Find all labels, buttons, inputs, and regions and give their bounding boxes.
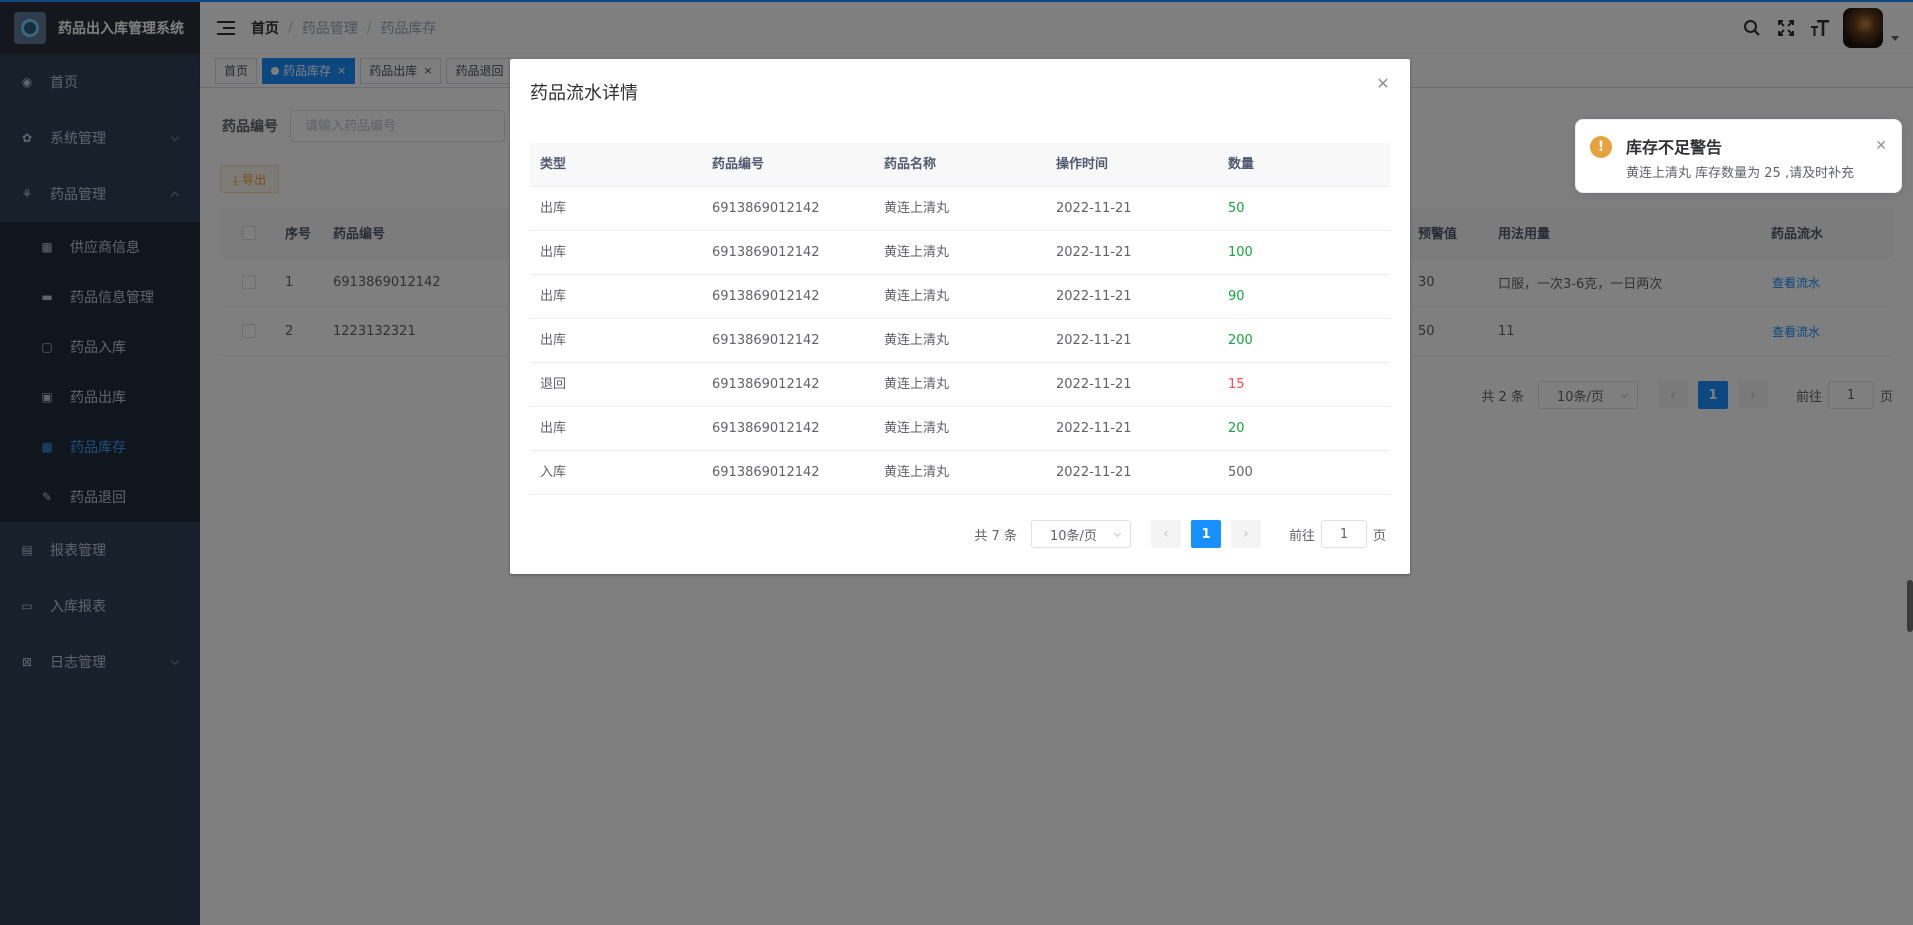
page-scrollbar[interactable] [1907,580,1913,632]
quantity-cell: 50 [1228,201,1245,216]
table-row: 出库 6913869012142 黄连上清丸 2022-11-21 50 [530,187,1390,231]
flow-detail-dialog: 药品流水详情 ✕ 类型 药品编号 药品名称 操作时间 数量 出库 6913869… [510,59,1410,574]
goto-page-input[interactable] [1320,520,1367,548]
dialog-title: 药品流水详情 [530,83,638,104]
prev-page-button[interactable]: ‹ [1150,520,1181,548]
table-row: 出库 6913869012142 黄连上清丸 2022-11-21 100 [530,231,1390,275]
page-number[interactable]: 1 [1190,520,1221,548]
quantity-cell: 100 [1228,245,1253,260]
table-row: 出库 6913869012142 黄连上清丸 2022-11-21 200 [530,319,1390,363]
warning-icon: ! [1590,136,1612,158]
quantity-cell: 90 [1228,289,1245,304]
table-row: 入库 6913869012142 黄连上清丸 2022-11-21 500 [530,451,1390,495]
page-size-select[interactable]: 10条/页 [1030,520,1131,548]
flow-pagination: 共 7 条 10条/页 ‹ 1 › 前往 页 [974,520,1386,548]
quantity-cell: 20 [1228,421,1245,436]
chevron-down-icon [1113,529,1122,538]
table-row: 出库 6913869012142 黄连上清丸 2022-11-21 20 [530,407,1390,451]
table-row: 出库 6913869012142 黄连上清丸 2022-11-21 90 [530,275,1390,319]
quantity-cell: 500 [1228,465,1253,480]
next-page-button[interactable]: › [1230,520,1261,548]
notification-title: 库存不足警告 [1626,138,1723,157]
goto-page: 前往 页 [1289,520,1386,548]
table-row: 退回 6913869012142 黄连上清丸 2022-11-21 15 [530,363,1390,407]
table-header: 类型 药品编号 药品名称 操作时间 数量 [530,143,1390,187]
total-count: 共 7 条 [974,528,1017,544]
close-icon[interactable]: ✕ [1376,76,1390,92]
flow-table: 类型 药品编号 药品名称 操作时间 数量 出库 6913869012142 黄连… [530,143,1390,495]
close-icon[interactable]: ✕ [1875,138,1887,154]
notification-message: 黄连上清丸 库存数量为 25 ,请及时补充 [1626,166,1855,181]
stock-warning-notification: ! 库存不足警告 黄连上清丸 库存数量为 25 ,请及时补充 ✕ [1575,119,1902,193]
quantity-cell: 15 [1228,377,1245,392]
quantity-cell: 200 [1228,333,1253,348]
